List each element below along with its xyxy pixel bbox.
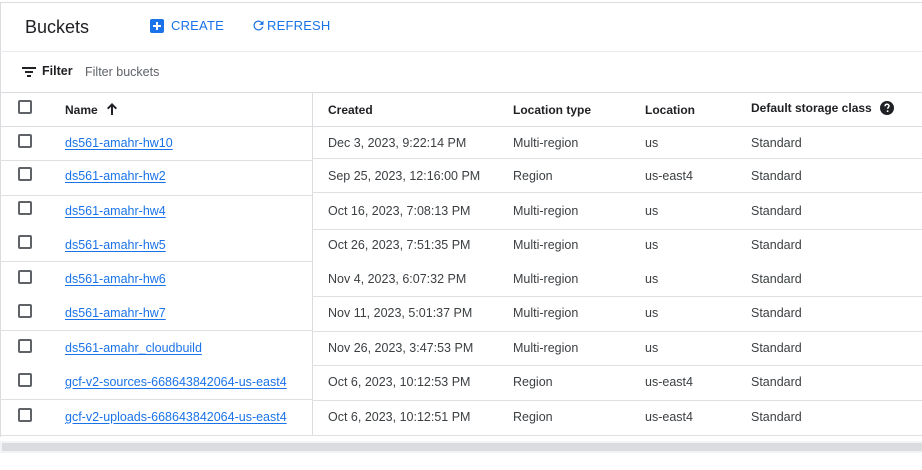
storage-class-cell: Standard — [751, 410, 802, 424]
location-type-cell: Multi-region — [513, 341, 579, 355]
storage-class-cell: Standard — [751, 136, 802, 150]
location-cell: us — [645, 272, 659, 286]
column-header-location[interactable]: Location — [645, 103, 695, 117]
table-header: Name Created Location type Location Defa… — [0, 93, 922, 126]
row-checkbox[interactable] — [18, 134, 32, 148]
location-type-cell: Multi-region — [513, 306, 579, 320]
table-row[interactable]: ds561-amahr-hw4 Oct 16, 2023, 7:08:13 PM… — [0, 195, 922, 230]
storage-class-cell: Standard — [751, 306, 802, 320]
refresh-icon — [253, 20, 264, 31]
row-checkbox[interactable] — [18, 235, 32, 249]
created-cell: Dec 3, 2023, 9:22:14 PM — [328, 136, 467, 150]
created-cell: Oct 26, 2023, 7:51:35 PM — [328, 238, 471, 252]
storage-class-cell: Standard — [751, 341, 802, 355]
storage-class-cell: Standard — [751, 204, 802, 218]
row-checkbox[interactable] — [18, 201, 32, 215]
table-row[interactable]: ds561-amahr_cloudbuild Nov 26, 2023, 3:4… — [0, 331, 922, 366]
table-row[interactable]: ds561-amahr-hw7 Nov 11, 2023, 5:01:37 PM… — [0, 297, 922, 332]
location-type-cell: Region — [513, 169, 553, 183]
filter-input[interactable] — [85, 61, 385, 83]
location-type-cell: Multi-region — [513, 136, 579, 150]
row-checkbox[interactable] — [18, 304, 32, 318]
created-cell: Oct 6, 2023, 10:12:53 PM — [328, 375, 471, 389]
column-header-name-label: Name — [65, 103, 98, 117]
filter-list-icon[interactable] — [22, 66, 36, 78]
bucket-name-link[interactable]: ds561-amahr-hw2 — [65, 169, 166, 183]
created-cell: Nov 4, 2023, 6:07:32 PM — [328, 272, 467, 286]
bucket-name-link[interactable]: ds561-amahr_cloudbuild — [65, 341, 202, 355]
filter-bar: Filter — [0, 52, 922, 92]
refresh-button-label: REFRESH — [267, 18, 331, 33]
bucket-name-link[interactable]: ds561-amahr-hw7 — [65, 306, 166, 320]
add-box-icon — [150, 18, 164, 33]
create-button[interactable]: CREATE — [150, 18, 224, 33]
bucket-name-link[interactable]: gcf-v2-sources-668643842064-us-east4 — [65, 375, 287, 389]
row-divider — [0, 435, 312, 436]
storage-class-cell: Standard — [751, 272, 802, 286]
location-type-cell: Multi-region — [513, 204, 579, 218]
location-cell: us — [645, 204, 659, 218]
bucket-name-link[interactable]: ds561-amahr-hw10 — [65, 136, 173, 150]
location-cell: us-east4 — [645, 169, 693, 183]
location-type-cell: Region — [513, 410, 553, 424]
storage-class-cell: Standard — [751, 238, 802, 252]
created-cell: Oct 6, 2023, 10:12:51 PM — [328, 410, 471, 424]
row-divider — [312, 192, 922, 193]
table-row[interactable]: ds561-amahr-hw10 Dec 3, 2023, 9:22:14 PM… — [0, 127, 922, 161]
location-cell: us-east4 — [645, 410, 693, 424]
location-type-cell: Region — [513, 375, 553, 389]
created-cell: Sep 25, 2023, 12:16:00 PM — [328, 169, 481, 183]
column-header-storage-class-label: Default storage class — [751, 101, 872, 115]
table-row[interactable]: gcf-v2-uploads-668643842064-us-east4 Oct… — [0, 400, 922, 436]
column-header-created[interactable]: Created — [328, 103, 373, 117]
table-row[interactable]: ds561-amahr-hw6 Nov 4, 2023, 6:07:32 PM … — [0, 262, 922, 297]
select-all-checkbox[interactable] — [18, 100, 32, 114]
bucket-name-link[interactable]: gcf-v2-uploads-668643842064-us-east4 — [65, 410, 287, 424]
created-cell: Oct 16, 2023, 7:08:13 PM — [328, 204, 471, 218]
location-cell: us-east4 — [645, 375, 693, 389]
bucket-name-link[interactable]: ds561-amahr-hw6 — [65, 272, 166, 286]
row-checkbox[interactable] — [18, 408, 32, 422]
created-cell: Nov 11, 2023, 5:01:37 PM — [328, 306, 473, 320]
horizontal-scrollbar-thumb[interactable] — [2, 443, 922, 451]
row-checkbox[interactable] — [18, 270, 32, 284]
column-header-location-type[interactable]: Location type — [513, 103, 591, 117]
row-divider — [312, 158, 922, 159]
table-row[interactable]: ds561-amahr-hw2 Sep 25, 2023, 12:16:00 P… — [0, 160, 922, 196]
create-button-label: CREATE — [171, 18, 224, 33]
location-cell: us — [645, 238, 659, 252]
location-type-cell: Multi-region — [513, 238, 579, 252]
column-header-name[interactable]: Name — [65, 103, 118, 117]
row-checkbox[interactable] — [18, 167, 32, 181]
refresh-button[interactable]: REFRESH — [251, 18, 331, 33]
column-header-storage-class: Default storage class — [751, 101, 894, 115]
location-cell: us — [645, 136, 659, 150]
row-checkbox[interactable] — [18, 339, 32, 353]
row-checkbox[interactable] — [18, 373, 32, 387]
storage-class-cell: Standard — [751, 169, 802, 183]
table-row[interactable]: ds561-amahr-hw5 Oct 26, 2023, 7:51:35 PM… — [0, 229, 922, 262]
table-row[interactable]: gcf-v2-sources-668643842064-us-east4 Oct… — [0, 366, 922, 401]
page-title: Buckets — [25, 17, 90, 37]
page-header: Buckets CREATE REFRESH — [0, 3, 922, 51]
filter-label: Filter — [42, 64, 73, 78]
bucket-name-link[interactable]: ds561-amahr-hw4 — [65, 204, 166, 218]
storage-class-cell: Standard — [751, 375, 802, 389]
row-divider — [312, 435, 922, 436]
location-cell: us — [645, 306, 659, 320]
column-divider — [312, 93, 313, 126]
bucket-name-link[interactable]: ds561-amahr-hw5 — [65, 238, 166, 252]
help-circle-icon[interactable] — [879, 101, 894, 115]
location-cell: us — [645, 341, 659, 355]
arrow-upward-icon[interactable] — [106, 102, 118, 116]
location-type-cell: Multi-region — [513, 272, 579, 286]
created-cell: Nov 26, 2023, 3:47:53 PM — [328, 341, 474, 355]
